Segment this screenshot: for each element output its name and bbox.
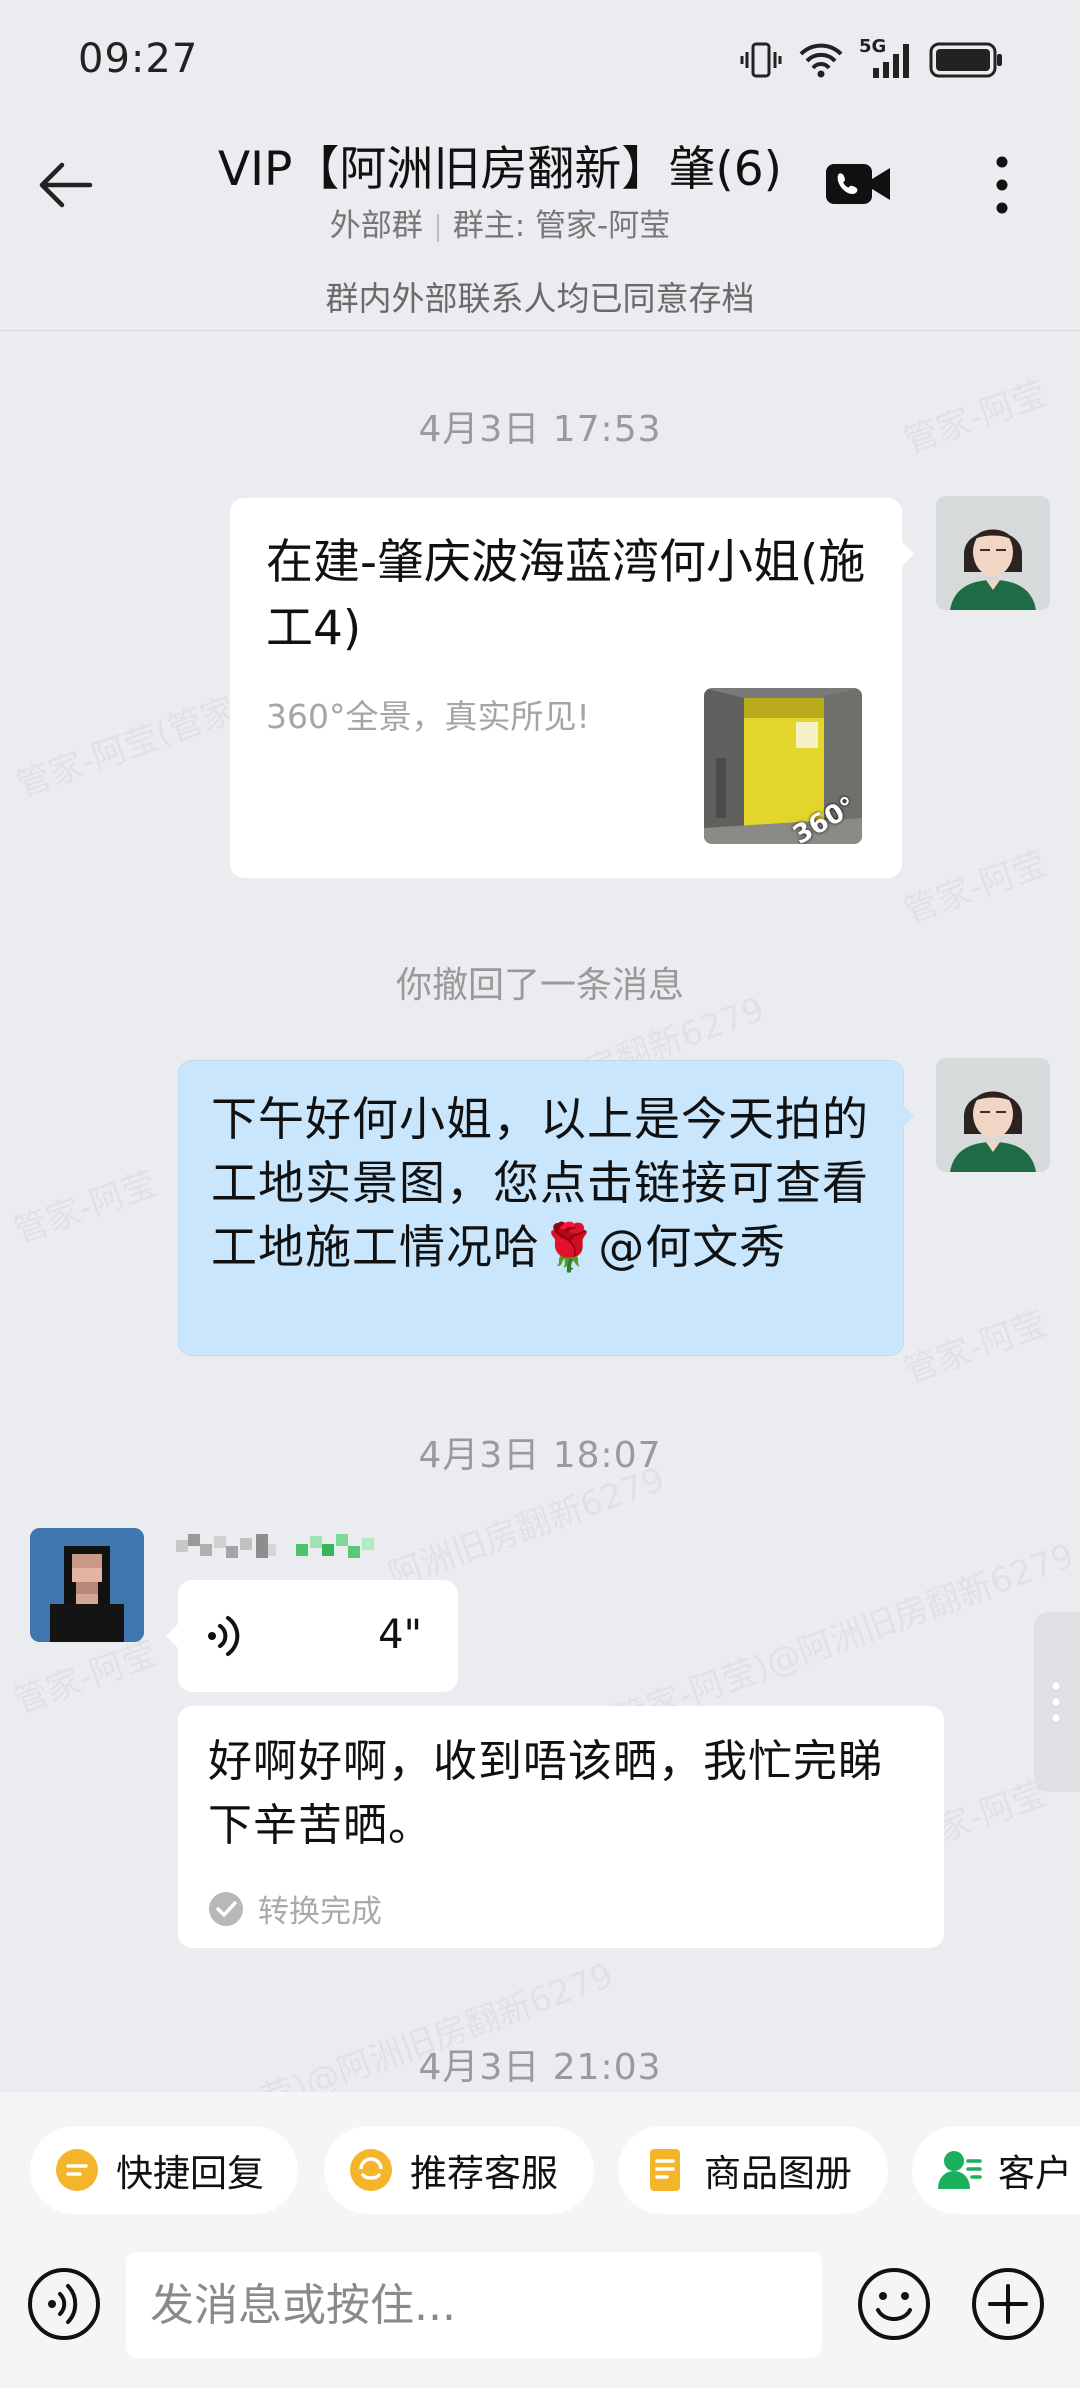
voice-input-icon[interactable] bbox=[26, 2266, 102, 2342]
group-subtitle: 外部群 群主: 管家-阿莹 bbox=[180, 200, 820, 245]
check-circle-icon bbox=[209, 1891, 243, 1926]
voice-wave-icon bbox=[208, 1616, 240, 1656]
agent-avatar-image bbox=[936, 496, 1050, 610]
quick-reply-icon bbox=[56, 2149, 98, 2191]
catalog-icon bbox=[650, 2149, 680, 2191]
bubble-tail bbox=[166, 1622, 180, 1650]
avatar[interactable] bbox=[30, 1528, 144, 1642]
link-card-thumbnail: 360° bbox=[704, 688, 862, 844]
customer-avatar-image bbox=[30, 1528, 144, 1642]
customer-button[interactable]: 客户 bbox=[912, 2126, 1080, 2214]
back-arrow-icon[interactable] bbox=[36, 155, 96, 215]
wifi-icon bbox=[799, 43, 843, 78]
product-catalog-button[interactable]: 商品图册 bbox=[618, 2126, 888, 2214]
chat-screen: 管家-阿莹 管家-阿莹(管家 管家-阿莹 阿洲旧房翻新6279 管家-阿莹 管家… bbox=[0, 0, 1080, 2388]
avatar[interactable] bbox=[936, 1058, 1050, 1172]
side-drawer-handle[interactable] bbox=[1034, 1612, 1080, 1792]
group-type: 外部群 bbox=[329, 208, 423, 244]
message-timestamp: 4月3日 17:53 bbox=[418, 409, 662, 450]
quick-reply-button[interactable]: 快捷回复 bbox=[30, 2126, 298, 2214]
message-timestamp: 4月3日 18:07 bbox=[418, 1435, 662, 1476]
battery-icon bbox=[929, 42, 1002, 78]
separator bbox=[436, 213, 439, 242]
voice-message[interactable]: 4" bbox=[178, 1580, 458, 1692]
outgoing-text-message[interactable]: 下午好何小姐，以上是今天拍的工地实景图，您点击链接可查看工地施工情况哈🌹@何文秀 bbox=[178, 1060, 904, 1356]
watermark: 管家-阿莹(管家 bbox=[9, 682, 241, 807]
conversion-status-text: 转换完成 bbox=[258, 1894, 382, 1930]
chip-label: 商品图册 bbox=[704, 2152, 852, 2195]
watermark: 管家-阿莹 bbox=[6, 1156, 162, 1253]
voice-transcript[interactable]: 好啊好啊，收到唔该晒，我忙完睇下辛苦晒。 转换完成 bbox=[178, 1706, 944, 1948]
transcript-text: 好啊好啊，收到唔该晒，我忙完睇下辛苦晒。 bbox=[208, 1736, 883, 1851]
watermark: 管家-阿莹 bbox=[896, 836, 1052, 933]
more-options-icon[interactable] bbox=[984, 152, 1020, 218]
group-title[interactable]: VIP【阿洲旧房翻新】肇(6) bbox=[180, 130, 820, 199]
voice-duration: 4" bbox=[378, 1612, 422, 1658]
bubble-tail bbox=[900, 540, 914, 568]
sender-name-redacted bbox=[176, 1530, 396, 1566]
chip-label: 客户 bbox=[998, 2152, 1072, 2195]
link-card-title: 在建-肇庆波海蓝湾何小姐(施工4) bbox=[266, 535, 866, 656]
status-icons: 5G bbox=[739, 36, 1005, 80]
conversion-status: 转换完成 bbox=[208, 1886, 382, 1931]
group-owner: 群主: 管家-阿莹 bbox=[452, 208, 671, 244]
chip-label: 快捷回复 bbox=[116, 2152, 264, 2195]
link-card-message[interactable]: 在建-肇庆波海蓝湾何小姐(施工4) 360°全景，真实所见! 360° bbox=[230, 498, 902, 878]
plus-icon[interactable] bbox=[970, 2266, 1046, 2342]
avatar[interactable] bbox=[936, 496, 1050, 610]
signal-indicator: 5G bbox=[859, 36, 915, 80]
message-text: 下午好何小姐，以上是今天拍的工地实景图，您点击链接可查看工地施工情况哈🌹@何文秀 bbox=[211, 1092, 869, 1274]
video-call-icon[interactable] bbox=[826, 162, 892, 206]
link-card-description: 360°全景，真实所见! bbox=[266, 697, 590, 736]
archive-consent-note: 群内外部联系人均已同意存档 bbox=[325, 279, 755, 318]
chip-label: 推荐客服 bbox=[410, 2152, 558, 2195]
vertical-dots-icon bbox=[1052, 1682, 1060, 1722]
bubble-tail bbox=[900, 1102, 914, 1130]
recall-notice: 你撤回了一条消息 bbox=[395, 965, 684, 1006]
status-time: 09:27 bbox=[78, 36, 199, 82]
header-divider bbox=[0, 330, 1080, 331]
customer-icon bbox=[938, 2151, 982, 2189]
emoji-icon[interactable] bbox=[856, 2266, 932, 2342]
signal-icon bbox=[873, 44, 909, 78]
message-input[interactable] bbox=[126, 2252, 822, 2358]
recommend-service-button[interactable]: 推荐客服 bbox=[324, 2126, 594, 2214]
agent-avatar-image bbox=[936, 1058, 1050, 1172]
watermark: 管家-阿莹 bbox=[896, 1296, 1052, 1393]
service-agent-icon bbox=[350, 2149, 392, 2191]
vibrate-icon bbox=[740, 42, 782, 78]
message-timestamp: 4月3日 21:03 bbox=[418, 2047, 662, 2088]
